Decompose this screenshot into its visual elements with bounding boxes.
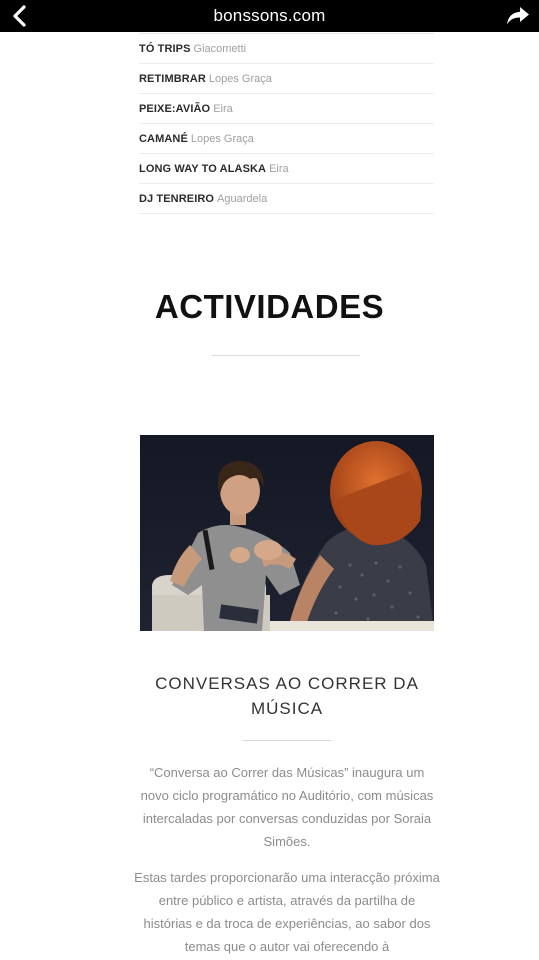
event-title: CONVERSAS AO CORRER DA MÚSICA: [155, 674, 419, 718]
section-title: ACTIVIDADES: [154, 288, 385, 325]
browser-toolbar: bonssons.com: [0, 0, 539, 32]
back-button[interactable]: [6, 2, 34, 30]
event-divider: [243, 740, 331, 741]
artist-name: RETIMBRAR: [139, 72, 206, 85]
lineup-item[interactable]: TÓ TRIPS Giacometti: [139, 34, 434, 64]
lineup-item[interactable]: LONG WAY TO ALASKA Eira: [139, 154, 434, 184]
artist-name: TÓ TRIPS: [139, 42, 191, 55]
event-photo[interactable]: [140, 435, 434, 631]
stage-name: Giacometti: [193, 42, 247, 55]
event-description-paragraph: Estas tardes proporcionarão uma interacç…: [134, 870, 440, 954]
chevron-left-icon: [13, 5, 26, 27]
share-arrow-icon: [507, 7, 529, 25]
artist-name: CAMANÉ: [139, 132, 188, 145]
lineup-item[interactable]: PEIXE:AVIÃO Eira: [139, 94, 434, 124]
share-button[interactable]: [503, 2, 533, 30]
stage-name: Aguardela: [217, 192, 268, 205]
artist-name: LONG WAY TO ALASKA: [139, 162, 267, 175]
artist-name: DJ TENREIRO: [139, 192, 215, 205]
stage-name: Lopes Graça: [208, 72, 272, 85]
stage-name: Eira: [213, 102, 233, 115]
event-photo-illustration: [140, 435, 434, 631]
lineup-item[interactable]: DJ TENREIRO Aguardela: [139, 184, 434, 214]
lineup-item[interactable]: RETIMBRAR Lopes Graça: [139, 64, 434, 94]
page-url-title: bonssons.com: [213, 6, 326, 25]
event-description-paragraph: “Conversa ao Correr das Músicas” inaugur…: [140, 765, 434, 849]
artist-name: PEIXE:AVIÃO: [139, 102, 211, 115]
stage-name: Lopes Graça: [190, 132, 254, 145]
lineup-item[interactable]: CAMANÉ Lopes Graça: [139, 124, 434, 154]
lineup-list: TÓ TRIPS Giacometti RETIMBRAR Lopes Graç…: [139, 33, 434, 214]
stage-name: Eira: [269, 162, 289, 175]
section-divider: [212, 355, 360, 356]
